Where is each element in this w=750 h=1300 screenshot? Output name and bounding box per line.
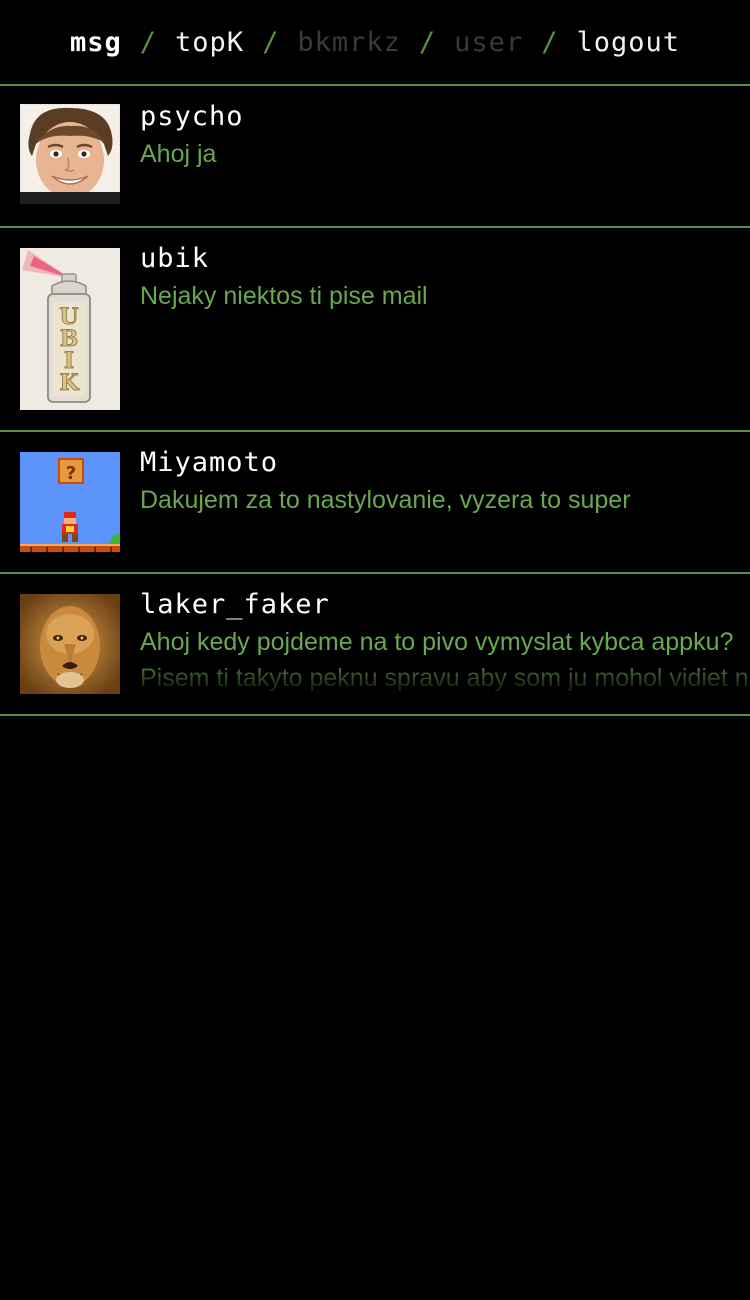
message-row[interactable]: psycho Ahoj ja	[0, 86, 750, 228]
message-text: Ahoj kedy pojdeme na to pivo vymyslat ky…	[140, 628, 749, 692]
nav-separator: /	[262, 26, 280, 58]
message-list: psycho Ahoj ja U B I K ubik Nejaky niekt…	[0, 86, 750, 716]
nav-separator: /	[139, 26, 158, 58]
nav-logout[interactable]: logout	[576, 27, 680, 58]
avatar-mario-icon[interactable]: ?	[20, 452, 120, 552]
nav-topk[interactable]: topK	[175, 27, 244, 58]
message-text: Dakujem za to nastylovanie, vyzera to su…	[140, 486, 631, 514]
svg-text:?: ?	[66, 463, 76, 484]
message-row[interactable]: U B I K ubik Nejaky niektos ti pise mail	[0, 228, 750, 432]
nav-separator: /	[418, 26, 437, 58]
message-content: laker_faker Ahoj kedy pojdeme na to pivo…	[140, 574, 750, 714]
message-text: Ahoj ja	[140, 140, 217, 168]
message-text: Nejaky niektos ti pise mail	[140, 282, 428, 310]
message-username: laker_faker	[140, 589, 330, 620]
message-content: Miyamoto Dakujem za to nastylovanie, vyz…	[140, 432, 750, 572]
message-username: Miyamoto	[140, 447, 279, 478]
ubik-can-logo-letter: K	[59, 370, 79, 396]
avatar-lion-icon[interactable]	[20, 594, 120, 694]
message-username: psycho	[140, 101, 244, 132]
message-content: psycho Ahoj ja	[140, 86, 750, 226]
nav-separator: /	[541, 26, 559, 58]
nav-msg[interactable]: msg	[70, 27, 122, 58]
avatar-spray-can-icon[interactable]: U B I K	[20, 248, 120, 410]
message-row[interactable]: laker_faker Ahoj kedy pojdeme na to pivo…	[0, 574, 750, 716]
message-username: ubik	[140, 243, 210, 274]
nav-bkmrkz[interactable]: bkmrkz	[297, 27, 401, 58]
avatar-portrait-icon[interactable]	[20, 104, 120, 204]
message-content: ubik Nejaky niektos ti pise mail	[140, 228, 750, 430]
top-nav: msg / topK / bkmrkz / user / logout	[0, 0, 750, 86]
message-row[interactable]: ? Miyamoto Dakujem za to nastylovanie, v…	[0, 432, 750, 574]
nav-user[interactable]: user	[454, 27, 523, 58]
